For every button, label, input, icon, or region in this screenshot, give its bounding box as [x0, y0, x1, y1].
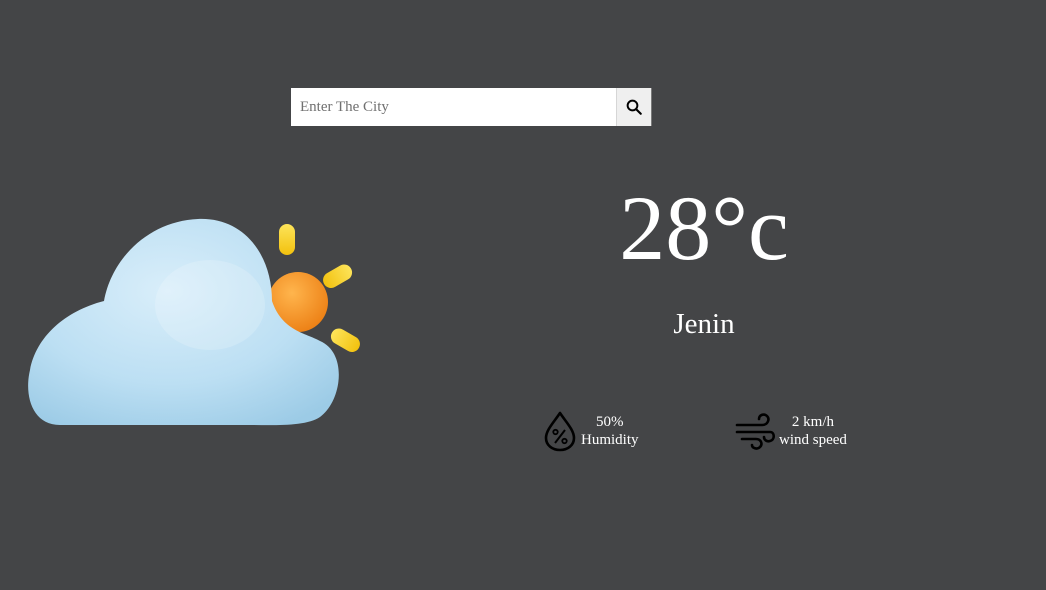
wind-icon: [735, 413, 776, 450]
temperature: 28°c: [619, 177, 789, 279]
partly-cloudy-icon: [28, 218, 360, 426]
search-button[interactable]: [616, 88, 652, 126]
humidity-drop-icon: [544, 411, 576, 452]
wind-label: wind speed: [779, 432, 847, 448]
city-name: Jenin: [673, 308, 735, 340]
wind-value: 2 km/h: [791, 414, 834, 430]
humidity-stat: 50% Humidity: [542, 410, 639, 452]
wind-stat: 2 km/h wind speed: [734, 410, 847, 452]
city-search-input[interactable]: [291, 88, 616, 126]
weather-app: 28°c Jenin 50% Humidity 2 km/h wind spee…: [0, 0, 1046, 590]
humidity-value: 50%: [596, 414, 624, 430]
humidity-label: Humidity: [581, 432, 639, 448]
search-bar: [291, 88, 652, 126]
search-icon: [626, 99, 642, 115]
